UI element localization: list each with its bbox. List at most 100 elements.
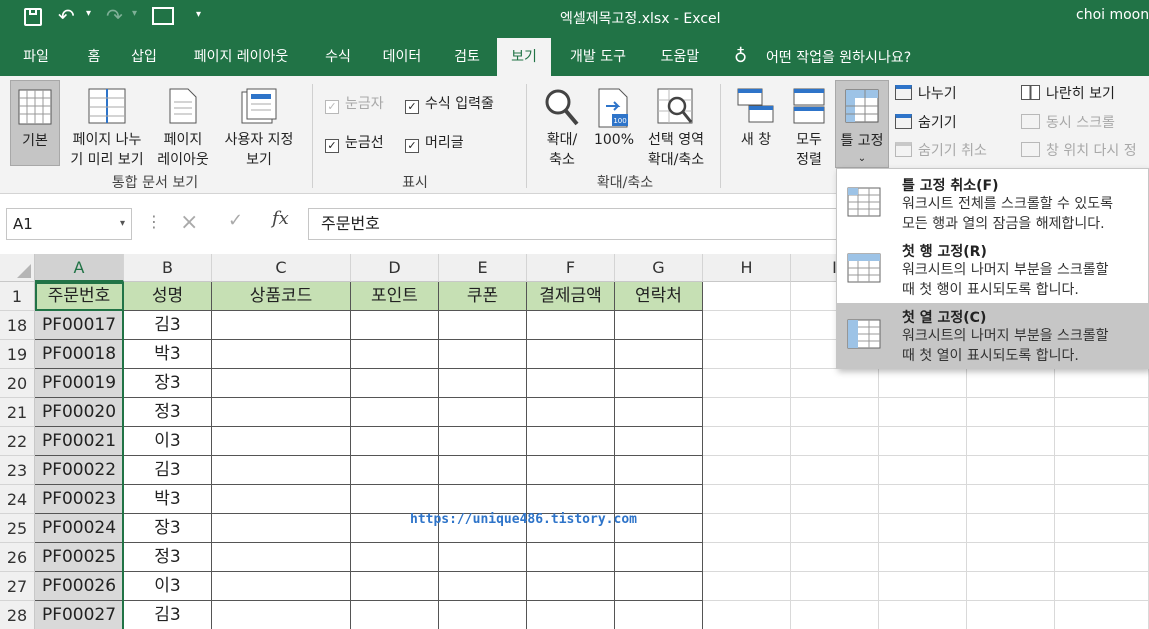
custom-views-button[interactable]: 사용자 지정 보기 <box>216 80 302 168</box>
grid-cell[interactable] <box>879 369 967 398</box>
table-cell[interactable] <box>212 543 351 572</box>
tab-file[interactable]: 파일 <box>10 38 62 76</box>
grid-cell[interactable] <box>879 514 967 543</box>
table-cell[interactable] <box>615 369 703 398</box>
grid-cell[interactable] <box>703 543 791 572</box>
table-cell[interactable] <box>439 340 527 369</box>
grid-cell[interactable] <box>1055 456 1149 485</box>
grid-cell[interactable] <box>879 485 967 514</box>
save-icon[interactable] <box>24 8 42 26</box>
row-header[interactable]: 24 <box>0 485 35 514</box>
table-cell[interactable] <box>212 340 351 369</box>
table-cell[interactable] <box>615 311 703 340</box>
user-name[interactable]: choi moon <box>1076 7 1149 23</box>
column-header-d[interactable]: D <box>351 254 439 282</box>
column-header-c[interactable]: C <box>212 254 351 282</box>
table-cell[interactable] <box>615 340 703 369</box>
table-cell[interactable] <box>351 456 439 485</box>
grid-cell[interactable] <box>967 427 1055 456</box>
order-number-cell[interactable]: PF00026 <box>35 572 124 601</box>
name-cell[interactable]: 정3 <box>124 398 212 427</box>
row-header[interactable]: 21 <box>0 398 35 427</box>
table-cell[interactable] <box>527 427 615 456</box>
table-cell[interactable] <box>212 485 351 514</box>
table-cell[interactable] <box>615 456 703 485</box>
grid-cell[interactable] <box>967 514 1055 543</box>
table-cell[interactable] <box>212 456 351 485</box>
form-icon[interactable] <box>152 7 174 25</box>
table-cell[interactable] <box>351 427 439 456</box>
name-cell[interactable]: 이3 <box>124 572 212 601</box>
page-break-preview-button[interactable]: 페이지 나누 기 미리 보기 <box>64 80 150 168</box>
tab-view[interactable]: 보기 <box>497 38 551 76</box>
table-cell[interactable] <box>615 572 703 601</box>
undo-dropdown-icon[interactable]: ▾ <box>86 8 91 19</box>
grid-cell[interactable] <box>703 340 791 369</box>
grid-cell[interactable] <box>879 398 967 427</box>
freeze-first-column-menu-item[interactable]: 첫 열 고정(C) 워크시트의 나머지 부분을 스크롤할 때 첫 열이 표시되도… <box>837 303 1149 369</box>
table-header-cell[interactable]: 결제금액 <box>527 282 615 311</box>
customize-qat-icon[interactable]: ▾ <box>196 9 201 20</box>
table-cell[interactable] <box>351 369 439 398</box>
table-cell[interactable] <box>439 398 527 427</box>
table-cell[interactable] <box>439 456 527 485</box>
tab-insert[interactable]: 삽입 <box>122 38 166 76</box>
grid-cell[interactable] <box>967 485 1055 514</box>
grid-cell[interactable] <box>791 543 879 572</box>
table-cell[interactable] <box>439 572 527 601</box>
table-cell[interactable] <box>351 340 439 369</box>
grid-cell[interactable] <box>967 369 1055 398</box>
table-cell[interactable] <box>439 601 527 629</box>
grid-cell[interactable] <box>703 485 791 514</box>
grid-cell[interactable] <box>703 601 791 629</box>
table-cell[interactable] <box>212 572 351 601</box>
grid-cell[interactable] <box>791 427 879 456</box>
grid-cell[interactable] <box>791 601 879 629</box>
order-number-cell[interactable]: PF00022 <box>35 456 124 485</box>
grid-cell[interactable] <box>879 601 967 629</box>
grid-cell[interactable] <box>967 398 1055 427</box>
unfreeze-panes-menu-item[interactable]: 틀 고정 취소(F) 워크시트 전체를 스크롤할 수 있도록 모든 행과 열의 … <box>837 171 1149 237</box>
undo-icon[interactable]: ↶ <box>58 4 75 28</box>
grid-cell[interactable] <box>1055 601 1149 629</box>
zoom-button[interactable]: 확대/ 축소 <box>536 80 588 168</box>
grid-cell[interactable] <box>967 543 1055 572</box>
table-cell[interactable] <box>527 398 615 427</box>
column-header-g[interactable]: G <box>615 254 703 282</box>
order-number-cell[interactable]: PF00019 <box>35 369 124 398</box>
grid-cell[interactable] <box>703 311 791 340</box>
order-number-cell[interactable]: PF00017 <box>35 311 124 340</box>
column-header-h[interactable]: H <box>703 254 791 282</box>
table-cell[interactable] <box>212 398 351 427</box>
grid-cell[interactable] <box>1055 572 1149 601</box>
tab-developer[interactable]: 개발 도구 <box>558 38 638 76</box>
grid-cell[interactable] <box>791 485 879 514</box>
row-header[interactable]: 25 <box>0 514 35 543</box>
name-box-dropdown-icon[interactable]: ▾ <box>120 209 125 239</box>
formula-bar-checkbox[interactable]: ✓ 수식 입력줄 <box>405 95 494 114</box>
order-number-cell[interactable]: PF00024 <box>35 514 124 543</box>
grid-cell[interactable] <box>703 398 791 427</box>
name-cell[interactable]: 장3 <box>124 369 212 398</box>
table-cell[interactable] <box>439 543 527 572</box>
order-number-cell[interactable]: PF00018 <box>35 340 124 369</box>
grid-cell[interactable] <box>1055 427 1149 456</box>
grid-cell[interactable] <box>1055 514 1149 543</box>
name-cell[interactable]: 김3 <box>124 601 212 629</box>
row-header[interactable]: 19 <box>0 340 35 369</box>
zoom-100-button[interactable]: 100 100% <box>592 80 636 166</box>
name-cell[interactable]: 박3 <box>124 485 212 514</box>
table-header-cell[interactable]: 쿠폰 <box>439 282 527 311</box>
view-side-by-side-button[interactable]: 나란히 보기 <box>1021 85 1115 103</box>
hide-button[interactable]: 숨기기 <box>895 114 957 132</box>
table-cell[interactable] <box>615 485 703 514</box>
insert-function-icon[interactable]: fx <box>272 208 289 229</box>
row-header[interactable]: 27 <box>0 572 35 601</box>
name-cell[interactable]: 정3 <box>124 543 212 572</box>
table-cell[interactable] <box>527 601 615 629</box>
table-cell[interactable] <box>527 311 615 340</box>
grid-cell[interactable] <box>1055 485 1149 514</box>
table-cell[interactable] <box>439 369 527 398</box>
split-button[interactable]: 나누기 <box>895 85 957 103</box>
freeze-top-row-menu-item[interactable]: 첫 행 고정(R) 워크시트의 나머지 부분을 스크롤할 때 첫 행이 표시되도… <box>837 237 1149 303</box>
